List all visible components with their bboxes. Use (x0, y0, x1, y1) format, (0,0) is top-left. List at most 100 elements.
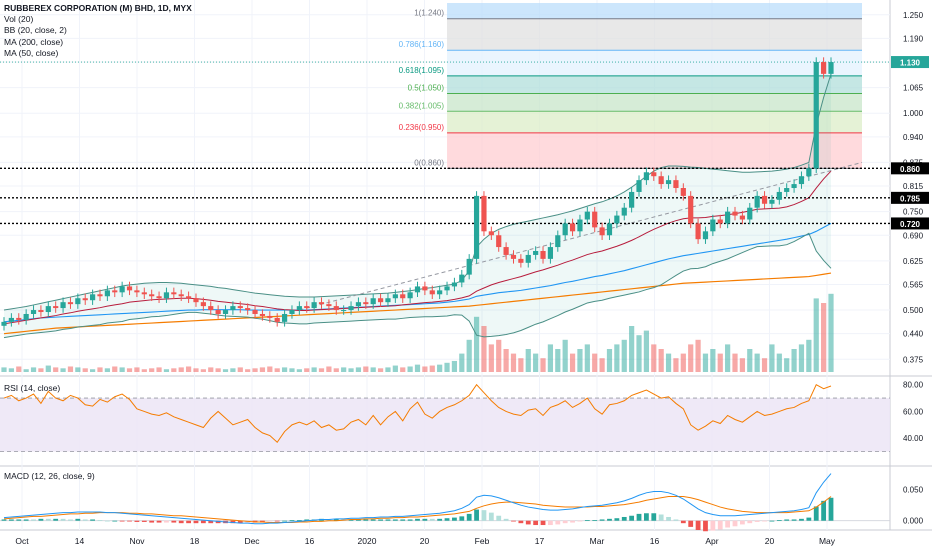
macd-histogram-bar (592, 520, 598, 521)
volume-bar (23, 369, 29, 372)
macd-histogram-bar (68, 519, 73, 521)
candle-body (621, 207, 627, 216)
volume-bar (200, 369, 206, 372)
y-tick-label: 0.940 (903, 133, 924, 142)
volume-bar (178, 367, 184, 372)
macd-histogram-bar (511, 520, 516, 522)
fib-zone (447, 93, 862, 112)
macd-histogram-bar (599, 519, 605, 521)
candle-body (149, 294, 155, 297)
x-tick-label: May (819, 536, 836, 546)
volume-bar (119, 367, 125, 372)
legend-ma200[interactable]: MA (200, close) (4, 37, 192, 48)
candle-body (569, 223, 576, 232)
macd-histogram-bar (629, 515, 635, 521)
candle-body (665, 180, 672, 185)
volume-bar (363, 366, 369, 372)
macd-histogram-bar (444, 518, 450, 521)
x-tick-label: Oct (15, 536, 29, 546)
legend-volume[interactable]: Vol (20) (4, 14, 192, 25)
volume-bar (112, 366, 118, 372)
candle-body (429, 290, 435, 295)
macd-histogram-bar (400, 519, 406, 521)
candle-body (90, 294, 96, 301)
candle-body (8, 317, 14, 322)
volume-bar (82, 368, 88, 372)
macd-histogram-bar (710, 520, 716, 531)
candle-body (185, 296, 192, 299)
volume-bar (636, 335, 642, 372)
volume-bar (606, 349, 613, 372)
volume-bar (761, 358, 768, 372)
volume-bar (496, 339, 502, 372)
rsi-tick-label: 40.00 (903, 434, 924, 443)
candle-body (422, 286, 428, 291)
legend-bollinger[interactable]: BB (20, close, 2) (4, 25, 192, 36)
candle-body (533, 251, 539, 255)
volume-bar (311, 367, 317, 372)
volume-bar (104, 368, 110, 372)
volume-bar (466, 339, 472, 372)
fib-zone (447, 18, 862, 51)
candle-body (614, 215, 620, 224)
volume-bar (437, 364, 443, 372)
candle-body (481, 195, 487, 232)
volume-bar (791, 349, 797, 372)
volume-bar (281, 367, 288, 372)
macd-histogram-bar (518, 520, 524, 524)
macd-histogram-bar (533, 520, 539, 526)
macd-histogram-bar (289, 520, 295, 521)
volume-bar (629, 326, 635, 372)
volume-bar (739, 358, 745, 372)
candle-body (710, 219, 716, 232)
macd-histogram-bar (562, 520, 568, 524)
macd-histogram-bar (370, 519, 376, 521)
fib-label: 0(0.860) (414, 158, 444, 167)
candle-body (400, 294, 406, 299)
volume-bar (156, 367, 162, 372)
macd-histogram-bar (267, 520, 273, 522)
macd-histogram-bar (127, 520, 132, 522)
volume-bar (503, 349, 509, 372)
volume-bar (163, 369, 170, 372)
candle-body (577, 219, 583, 232)
x-tick-label: 16 (305, 536, 315, 546)
volume-bar (665, 353, 672, 372)
candle-body (466, 258, 472, 275)
candle-body (156, 296, 162, 299)
candle-body (252, 310, 258, 314)
candle-body (606, 223, 613, 236)
symbol-title[interactable]: RUBBEREX CORPORATION (M) BHD, 1D, MYX (4, 3, 192, 14)
macd-histogram-bar (821, 500, 827, 521)
macd-histogram-bar (274, 520, 280, 522)
macd-histogram-bar (799, 518, 804, 521)
candle-body (237, 306, 243, 309)
macd-panel-label[interactable]: MACD (12, 26, close, 9) (4, 471, 95, 481)
y-tick-label: 1.250 (903, 11, 924, 20)
macd-histogram-bar (525, 520, 531, 525)
macd-histogram-bar (82, 519, 88, 521)
volume-bar (444, 362, 450, 372)
legend-ma50[interactable]: MA (50, close) (4, 48, 192, 59)
macd-histogram-bar (466, 513, 472, 521)
y-tick-label: 1.190 (903, 34, 924, 43)
price-tag-value: 0.860 (900, 165, 921, 174)
macd-histogram-bar (16, 519, 22, 521)
rsi-panel-label[interactable]: RSI (14, close) (4, 383, 60, 393)
macd-histogram-bar (614, 518, 620, 521)
volume-bar (407, 366, 413, 372)
macd-histogram-bar (97, 520, 103, 521)
volume-bar (806, 339, 812, 372)
volume-bar (149, 368, 155, 372)
candle-body (259, 313, 266, 316)
y-tick-label: 1.000 (903, 109, 924, 118)
x-tick-label: Feb (475, 536, 490, 546)
price-tag-value: 1.130 (900, 59, 921, 68)
candle-body (45, 306, 51, 313)
volume-bar (38, 368, 44, 372)
volume-bar (725, 344, 731, 372)
candle-body (821, 62, 827, 74)
volume-bar (274, 368, 280, 372)
x-tick-label: 20 (765, 536, 775, 546)
volume-bar (643, 330, 650, 372)
